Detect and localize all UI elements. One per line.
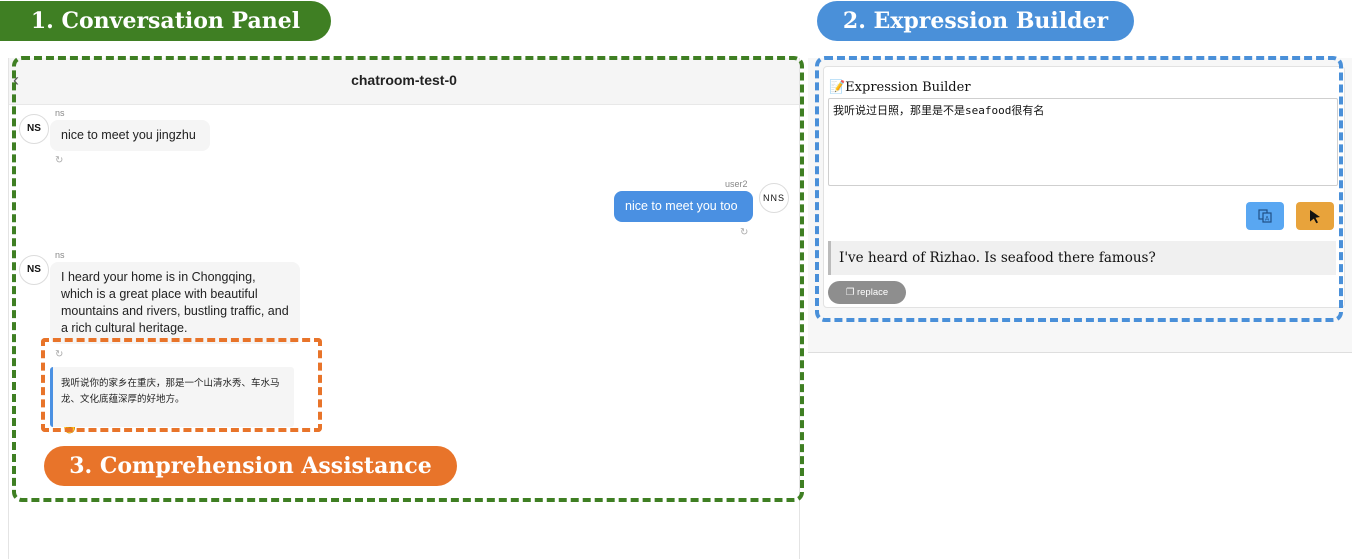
message-sender: ns: [55, 250, 65, 260]
chat-header: ‹ chatroom-test-0: [9, 58, 799, 105]
translate-icon: A: [1258, 209, 1272, 223]
refresh-icon[interactable]: ↻: [55, 350, 63, 360]
avatar: NS: [19, 255, 49, 285]
message-bubble: nice to meet you jingzhu: [50, 120, 210, 151]
message-sender: ns: [55, 108, 65, 118]
expression-builder-heading: 📝Expression Builder: [829, 80, 971, 95]
expression-builder-panel: 📝Expression Builder 我听说过日照，那里是不是seafood很…: [808, 58, 1352, 353]
message-sender: user2: [725, 179, 748, 189]
insert-button[interactable]: [1296, 202, 1334, 230]
translate-button[interactable]: A: [1246, 202, 1284, 230]
comprehension-assistance-label: 3. Comprehension Assistance: [44, 446, 457, 486]
expression-output: I've heard of Rizhao. Is seafood there f…: [828, 241, 1336, 275]
expression-builder-card: 📝Expression Builder 我听说过日照，那里是不是seafood很…: [823, 66, 1345, 308]
expression-input[interactable]: 我听说过日照，那里是不是seafood很有名: [828, 98, 1338, 186]
avatar: NS: [19, 114, 49, 144]
conversation-panel-label: 1. Conversation Panel: [0, 1, 331, 41]
message-bubble: nice to meet you too: [614, 191, 753, 222]
message-bubble: I heard your home is in Chongqing, which…: [50, 262, 300, 344]
chat-title: chatroom-test-0: [351, 72, 457, 88]
replace-button[interactable]: ❐ replace: [828, 281, 906, 304]
replace-label: replace: [856, 287, 889, 298]
copy-icon: ❐: [845, 287, 857, 298]
expression-builder-label: 2. Expression Builder: [817, 1, 1134, 41]
avatar: NNS: [759, 183, 789, 213]
refresh-icon[interactable]: ↻: [55, 156, 63, 166]
translation-box: 我听说你的家乡在重庆，那是一个山清水秀、车水马龙、文化底蕴深厚的好地方。: [50, 367, 294, 427]
cursor-icon: [1310, 210, 1320, 224]
refresh-icon[interactable]: ↻: [740, 228, 748, 238]
